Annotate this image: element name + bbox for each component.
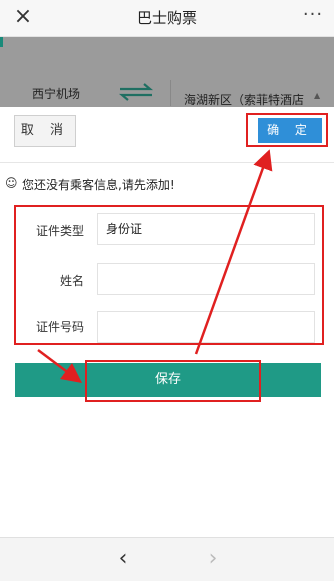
back-icon[interactable]: ‹ (110, 547, 136, 573)
no-passenger-notice: 您还没有乘客信息,请先添加! (22, 178, 175, 192)
cancel-button[interactable]: 取 消 (14, 115, 76, 147)
divider (0, 162, 334, 163)
from-station: 西宁机场 (32, 87, 81, 101)
top-bar (0, 0, 334, 37)
background-accent (0, 37, 3, 47)
caret-up-icon: ▲ (314, 91, 321, 100)
form-highlight-box (14, 205, 324, 345)
to-station: 海湖新区（索菲特酒店 (184, 93, 305, 107)
station-divider (170, 80, 171, 106)
swap-icon (118, 83, 154, 101)
save-highlight-box (85, 360, 261, 402)
forward-icon[interactable]: › (200, 547, 226, 573)
confirm-highlight-box (246, 113, 328, 147)
bottom-nav-bar (0, 537, 334, 581)
close-icon[interactable]: × (10, 4, 36, 30)
more-icon[interactable]: ··· (300, 6, 326, 28)
smiley-icon: ☺ (5, 176, 18, 190)
